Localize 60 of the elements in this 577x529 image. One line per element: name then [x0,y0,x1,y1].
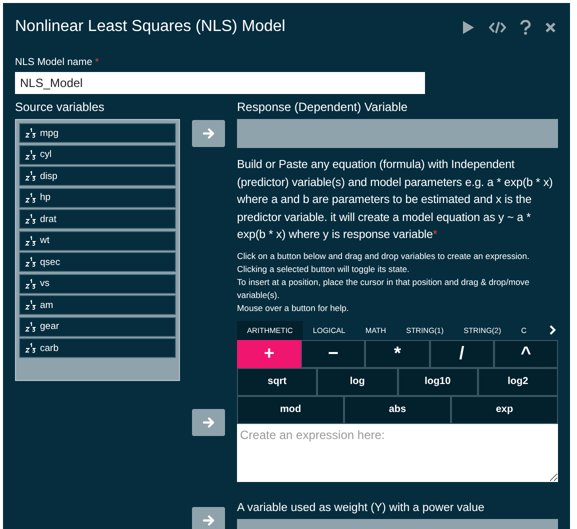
variable-item[interactable]: wt [19,230,176,250]
numeric-icon [25,236,36,246]
operator-button[interactable]: ^ [494,340,558,368]
move-button[interactable] [192,120,225,147]
required-mark: * [432,228,438,241]
operator-button[interactable]: * [365,340,430,368]
numeric-icon [25,343,36,353]
help-text: To insert at a position, place the cursor in that position and drag & drop/move variable(s). [237,276,530,302]
numeric-icon [25,322,36,332]
play-icon[interactable] [462,20,475,34]
help-icon[interactable] [520,20,531,34]
chevron-right-icon[interactable] [549,325,556,335]
arrow-right-icon [202,515,214,526]
move-button[interactable] [192,507,225,529]
arrow-right-icon [202,128,214,139]
window-title: Nonlinear Least Squares (NLS) Model [15,18,286,36]
numeric-icon [25,128,36,138]
numeric-icon [25,150,36,160]
model-name-field[interactable]: NLS_Model [15,72,425,94]
section-label: A variable used as weight (Y) with a power value [237,502,486,514]
operator-button[interactable]: exp [451,396,558,424]
arrow-right-icon [202,417,214,428]
variable-item[interactable]: vs [19,274,176,294]
operator-button[interactable]: log10 [398,368,478,396]
help-text: Clicking a selected button will toggle its state. [237,262,410,276]
expression-field[interactable]: Create an expression here: [237,424,558,482]
variable-item[interactable]: gear [19,316,176,336]
variable-item[interactable]: disp [19,166,176,186]
variable-item[interactable]: qsec [19,252,176,272]
operator-button[interactable]: sqrt [237,368,318,396]
numeric-icon [25,300,36,310]
operator-button[interactable]: − [301,340,366,368]
variable-item[interactable]: drat [19,209,176,229]
numeric-icon [25,171,36,181]
operator-button[interactable]: log2 [478,368,558,396]
section-label: Response (Dependent) Variable [237,100,409,114]
variable-item[interactable]: mpg [19,123,176,143]
move-button[interactable] [192,409,225,436]
response-drop-field[interactable] [237,119,558,148]
operator-button[interactable]: abs [344,396,451,424]
variable-item[interactable]: carb [19,338,176,358]
numeric-icon [25,257,36,267]
variable-item[interactable]: cyl [19,144,176,164]
field-label: NLS Model name * [15,57,100,68]
operator-button[interactable]: log [317,368,398,396]
code-icon[interactable] [489,20,506,34]
operator-button[interactable]: / [430,340,494,368]
formula-description: Build or Paste any equation (formula) with Independent (predictor) variable(s) and model parameters e.g. a * exp(b * x) where a and b are parameters to be estimated and x is the predictor variable. it will create a model equation as y ~ a * exp(b * x) where y is response variable* [237,157,554,243]
variable-item[interactable]: am [19,295,176,315]
numeric-icon [25,278,36,288]
numeric-icon [25,214,36,224]
numeric-icon [25,192,36,202]
operator-button[interactable]: + [237,340,302,368]
close-icon[interactable] [545,22,556,32]
required-mark: * [95,57,99,68]
help-text: Click on a button below and drag and drop variables to create an expression. [237,250,530,262]
variable-item[interactable]: hp [19,188,176,208]
section-label: Source variables [15,100,106,114]
operator-button[interactable]: mod [237,396,344,424]
help-text: Mouse over a button for help. [237,302,350,314]
